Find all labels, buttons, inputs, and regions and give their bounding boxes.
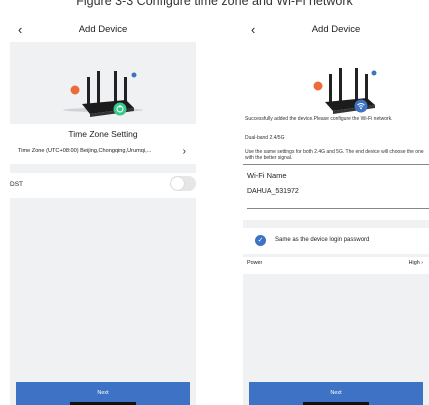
time-zone-row[interactable]: Time Zone (UTC+08:00) Beijing,Chongqing,… — [10, 144, 196, 164]
router-illustration — [10, 42, 196, 124]
page-title: Add Device — [78, 24, 128, 35]
same-password-row[interactable]: ✓ Same as the device login password — [243, 230, 429, 254]
power-row[interactable]: Power High › — [243, 256, 429, 272]
router-icon — [63, 71, 143, 117]
header: ‹ Add Device — [243, 18, 429, 42]
power-label: Power — [247, 260, 263, 266]
header: ‹ Add Device — [10, 18, 196, 42]
screen-time-zone: ‹ Add Device Time Zone Setting Time Zone… — [10, 18, 196, 405]
success-message: Successfully added the device.Please con… — [245, 116, 393, 122]
chevron-right-icon: › — [421, 260, 423, 266]
band-description: Use the same settings for both 2.4G and … — [245, 149, 424, 162]
page-title: Add Device — [311, 24, 361, 35]
check-icon[interactable]: ✓ — [255, 235, 266, 246]
divider — [10, 164, 196, 173]
content-area — [10, 198, 196, 405]
router-icon — [313, 68, 377, 114]
section-gap — [243, 220, 429, 228]
time-zone-title: Time Zone Setting — [68, 129, 138, 139]
time-zone-value: Time Zone (UTC+08:00) Beijing,Chongqing,… — [18, 148, 152, 154]
divider — [243, 164, 429, 165]
figure-caption: Figure 3-3 Configure time zone and Wi-Fi… — [76, 0, 353, 8]
power-value: High › — [408, 260, 423, 266]
band-label: Dual-band 2.4/5G — [245, 135, 285, 141]
dst-toggle[interactable] — [170, 176, 196, 191]
router-illustration — [243, 42, 429, 120]
screen-wifi-config: ‹ Add Device Successfully added the devi… — [243, 18, 429, 405]
same-password-label: Same as the device login password — [275, 237, 370, 243]
wifi-name-input[interactable]: DAHUA_531972 — [247, 188, 299, 195]
input-underline — [247, 208, 429, 209]
toggle-knob — [171, 177, 184, 190]
dst-row: DST — [10, 173, 196, 197]
wifi-name-label: Wi-Fi Name — [247, 171, 287, 180]
chevron-right-icon: › — [182, 146, 186, 157]
dst-label: DST — [10, 181, 23, 188]
